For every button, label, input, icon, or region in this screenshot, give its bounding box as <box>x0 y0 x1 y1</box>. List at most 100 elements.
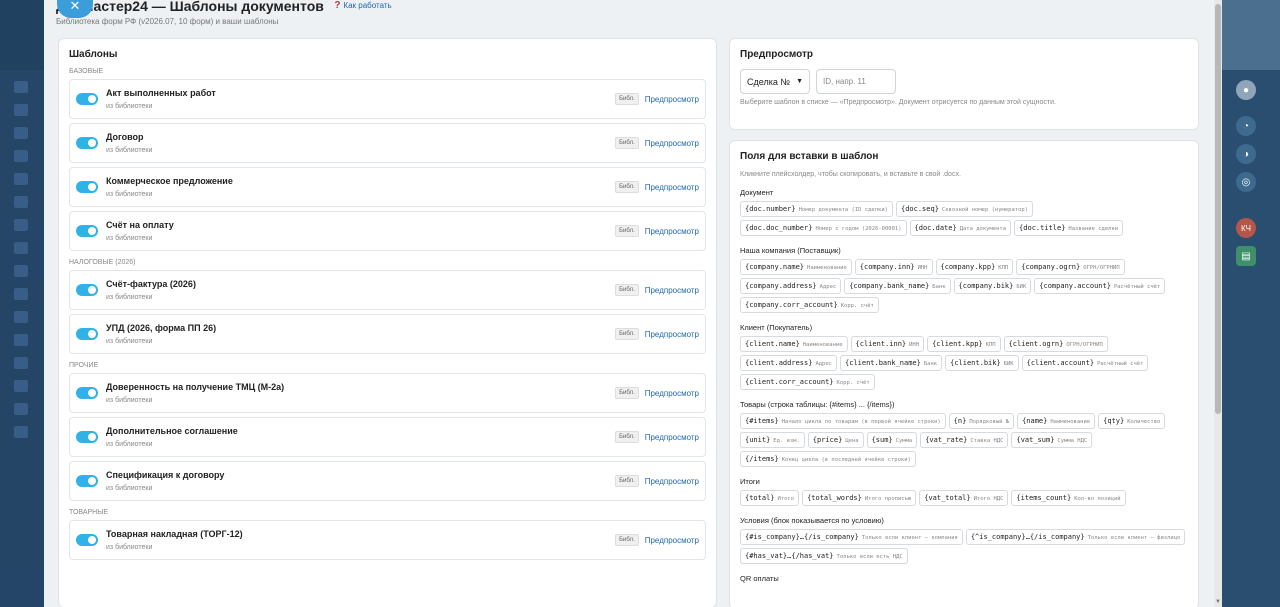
placeholder-chip[interactable]: {vat_sum} Сумма НДС <box>1011 432 1093 448</box>
placeholder-chip[interactable]: {doc.number} Номер документа (ID сделки) <box>740 201 893 217</box>
template-toggle[interactable] <box>76 93 98 105</box>
placeholder-chip[interactable]: {company.bik} БИК <box>953 278 1032 294</box>
placeholder-chip[interactable]: {items_count} Кол-во позиций <box>1011 490 1126 506</box>
placeholder-code: {#has_vat}…{/has_vat} <box>745 552 834 560</box>
template-toggle[interactable] <box>76 431 98 443</box>
preview-link[interactable]: Предпросмотр <box>645 433 699 442</box>
template-group-label: БАЗОВЫЕ <box>69 68 104 75</box>
placeholder-code: {name} <box>1022 417 1048 425</box>
placeholder-chips: {company.name} Наименование {company.inn} И… <box>740 259 1188 313</box>
placeholder-chip[interactable]: {doc.doc_number} Номер с годом (2026-0000… <box>740 220 907 236</box>
placeholder-chip[interactable]: {sum} Сумма <box>866 432 918 448</box>
placeholder-chip[interactable]: {client.kpp} КПП <box>927 336 1001 352</box>
preview-link[interactable]: Предпросмотр <box>645 227 699 236</box>
bell-icon[interactable]: ◔ <box>1236 116 1256 136</box>
fields-title: Поля для вставки в шаблон <box>740 151 879 162</box>
chat-icon[interactable]: ◑ <box>1236 144 1256 164</box>
placeholder-chip[interactable]: {client.ogrn} ОГРН/ОГРНИП <box>1003 336 1108 352</box>
placeholder-chip[interactable]: {vat_rate} Ставка НДС <box>920 432 1009 448</box>
placeholder-chip[interactable]: {#has_vat}…{/has_vat} Только если есть НД… <box>740 548 908 564</box>
placeholder-chip[interactable]: {company.bank_name} Банк <box>844 278 951 294</box>
placeholder-chip[interactable]: {client.address} Адрес <box>740 355 837 371</box>
placeholder-chip[interactable]: {n} Порядковый № <box>948 413 1015 429</box>
scrollbar[interactable]: ▼ <box>1214 0 1222 607</box>
sidebar-icon <box>14 357 28 369</box>
scrollbar-thumb[interactable] <box>1215 4 1221 414</box>
placeholder-chip[interactable]: {price} Цена <box>807 432 864 448</box>
template-row: Договор из библиотеки Библ. Предпросмотр <box>69 123 706 163</box>
preview-title: Предпросмотр <box>740 49 814 60</box>
placeholder-chip[interactable]: {client.name} Наименование <box>740 336 848 352</box>
preview-link[interactable]: Предпросмотр <box>645 330 699 339</box>
placeholder-chips: {#is_company}…{/is_company} Только если к… <box>740 529 1188 564</box>
placeholder-chip[interactable]: {/items} Конец цикла (в последней ячейке … <box>740 451 916 467</box>
scroll-down-icon[interactable]: ▼ <box>1215 599 1221 605</box>
entity-id-input[interactable]: ID, напр. 11 <box>816 69 896 94</box>
preview-link[interactable]: Предпросмотр <box>645 536 699 545</box>
placeholder-chip[interactable]: {client.bik} БИК <box>945 355 1019 371</box>
template-row: Товарная накладная (ТОРГ-12) из библиоте… <box>69 520 706 560</box>
placeholder-code: {doc.title} <box>1019 224 1066 232</box>
templates-card: Шаблоны БАЗОВЫЕ Акт выполненных работ из… <box>58 38 717 607</box>
placeholder-chip[interactable]: {company.corr_account} Корр. счёт <box>740 297 879 313</box>
placeholder-chip[interactable]: {unit} Ед. изм. <box>740 432 805 448</box>
template-row: Дополнительное соглашение из библиотеки … <box>69 417 706 457</box>
placeholder-chip[interactable]: {client.account} Расчётный счёт <box>1021 355 1149 371</box>
placeholder-chip[interactable]: {company.kpp} КПП <box>935 259 1014 275</box>
placeholder-chip[interactable]: {qty} Количество <box>1098 413 1166 429</box>
template-name: Договор <box>106 132 144 142</box>
template-toggle[interactable] <box>76 137 98 149</box>
preview-link[interactable]: Предпросмотр <box>645 286 699 295</box>
preview-link[interactable]: Предпросмотр <box>645 477 699 486</box>
placeholder-chip[interactable]: {total} Итого <box>740 490 800 506</box>
template-toggle[interactable] <box>76 225 98 237</box>
template-toggle[interactable] <box>76 475 98 487</box>
placeholder-chip[interactable]: {client.bank_name} Банк <box>840 355 943 371</box>
placeholder-chip[interactable]: {company.name} Наименование <box>740 259 852 275</box>
preview-link[interactable]: Предпросмотр <box>645 183 699 192</box>
placeholder-code: {doc.doc_number} <box>745 224 813 232</box>
search-icon[interactable]: ◎ <box>1236 172 1256 192</box>
preview-link[interactable]: Предпросмотр <box>645 139 699 148</box>
placeholder-desc: Адрес <box>819 284 837 290</box>
placeholder-desc: Наименование <box>802 342 843 348</box>
placeholder-chip[interactable]: {company.account} Расчётный счёт <box>1034 278 1166 294</box>
help-link[interactable]: ? Как работать <box>334 0 391 11</box>
placeholder-chip[interactable]: {company.address} Адрес <box>740 278 842 294</box>
placeholder-desc: Номер с годом (2026-00001) <box>815 226 902 232</box>
sidebar-icon <box>14 403 28 415</box>
placeholder-code: {doc.seq} <box>900 205 939 213</box>
user-avatar[interactable]: КЧ <box>1236 218 1256 238</box>
placeholder-chip[interactable]: {client.corr_account} Корр. счёт <box>740 374 875 390</box>
template-toggle[interactable] <box>76 284 98 296</box>
placeholder-chip[interactable]: {doc.seq} Сквозной номер (нумератор) <box>895 201 1034 217</box>
placeholder-chip[interactable]: {^is_company}…{/is_company} Только если к… <box>965 529 1186 545</box>
template-info: Дополнительное соглашение из библиотеки <box>106 426 615 448</box>
placeholder-chip[interactable]: {company.inn} ИНН <box>854 259 933 275</box>
placeholder-code: {client.name} <box>745 340 800 348</box>
app-icon[interactable]: ▤ <box>1236 246 1256 266</box>
chevron-down-icon: ▼ <box>796 78 803 85</box>
template-toggle[interactable] <box>76 328 98 340</box>
placeholder-chip[interactable]: {name} Наименование <box>1017 413 1096 429</box>
template-toggle[interactable] <box>76 534 98 546</box>
template-toggle[interactable] <box>76 387 98 399</box>
preview-link[interactable]: Предпросмотр <box>645 95 699 104</box>
placeholder-desc: Кол-во позиций <box>1074 496 1121 502</box>
placeholder-code: {client.address} <box>745 359 813 367</box>
placeholder-chip[interactable]: {company.ogrn} ОГРН/ОГРНИП <box>1016 259 1125 275</box>
entity-type-select[interactable]: Сделка № ▼ <box>740 69 810 94</box>
user-avatar-icon[interactable]: ● <box>1236 80 1256 100</box>
template-info: Счёт-фактура (2026) из библиотеки <box>106 279 615 301</box>
placeholder-chip[interactable]: {#items} Начало цикла по товарам (в перво… <box>740 413 946 429</box>
placeholder-chips: {total} Итого {total_words} Итого прописью{… <box>740 490 1188 506</box>
placeholder-chip[interactable]: {doc.date} Дата документа <box>909 220 1012 236</box>
preview-link[interactable]: Предпросмотр <box>645 389 699 398</box>
placeholder-chip[interactable]: {#is_company}…{/is_company} Только если к… <box>740 529 963 545</box>
placeholder-chip[interactable]: {client.inn} ИНН <box>850 336 925 352</box>
placeholder-chip[interactable]: {doc.title} Название сделки <box>1014 220 1124 236</box>
template-toggle[interactable] <box>76 181 98 193</box>
placeholder-chip[interactable]: {total_words} Итого прописью <box>802 490 917 506</box>
right-rail-top <box>1222 0 1280 70</box>
placeholder-chip[interactable]: {vat_total} Итого НДС <box>919 490 1009 506</box>
